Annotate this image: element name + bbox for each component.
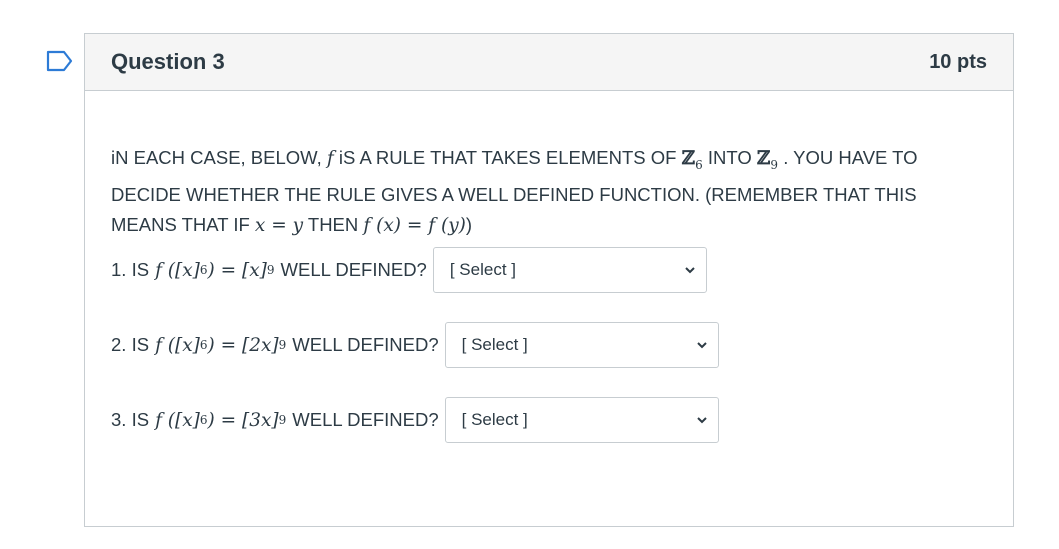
item-equation-rhs: ) = [2x] [207, 334, 279, 356]
item-equation-lhs: f ([x] [155, 259, 200, 281]
item-suffix: WELL DEFINED? [292, 409, 439, 430]
question-item-2: 2. IS f ([x] 6 ) = [2x] 9 WELL DEFINED? [ … [111, 322, 719, 368]
question-item-1: 1. IS f ([x] 6 ) = [x] 9 WELL DEFINED? [ S… [111, 247, 707, 293]
item-prefix: 1. IS [111, 259, 150, 280]
answer-select-3[interactable]: [ Select ] [444, 397, 719, 443]
chevron-down-icon [696, 417, 707, 424]
item-equation-lhs: f ([x] [155, 409, 200, 431]
question-body: iN EACH CASE, BELOW, f iS A RULE THAT TA… [85, 91, 1013, 443]
item-prefix: 2. IS [111, 334, 150, 355]
question-points: 10 pts [929, 50, 987, 73]
select-value: [ Select ] [449, 260, 516, 279]
flag-question-icon[interactable] [46, 50, 74, 72]
chevron-down-icon [696, 342, 707, 349]
question-prompt: iN EACH CASE, BELOW, f iS A RULE THAT TA… [111, 147, 918, 236]
item-equation-lhs: f ([x] [155, 334, 200, 356]
question-header: Question 3 10 pts [85, 34, 1013, 91]
select-value: [ Select ] [461, 410, 528, 429]
item-suffix: WELL DEFINED? [280, 259, 427, 280]
select-value: [ Select ] [461, 335, 528, 354]
chevron-down-icon [685, 267, 695, 274]
answer-select-2[interactable]: [ Select ] [444, 322, 719, 368]
item-prefix: 3. IS [111, 409, 150, 430]
item-suffix: WELL DEFINED? [292, 334, 439, 355]
question-card: Question 3 10 pts iN EACH CASE, BELOW, f… [84, 33, 1014, 527]
question-item-3: 3. IS f ([x] 6 ) = [3x] 9 WELL DEFINED? [ … [111, 397, 719, 443]
answer-select-1[interactable]: [ Select ] [432, 247, 707, 293]
item-equation-rhs: ) = [3x] [207, 409, 279, 431]
question-title: Question 3 [111, 49, 225, 74]
item-equation-rhs: ) = [x] [207, 259, 267, 281]
